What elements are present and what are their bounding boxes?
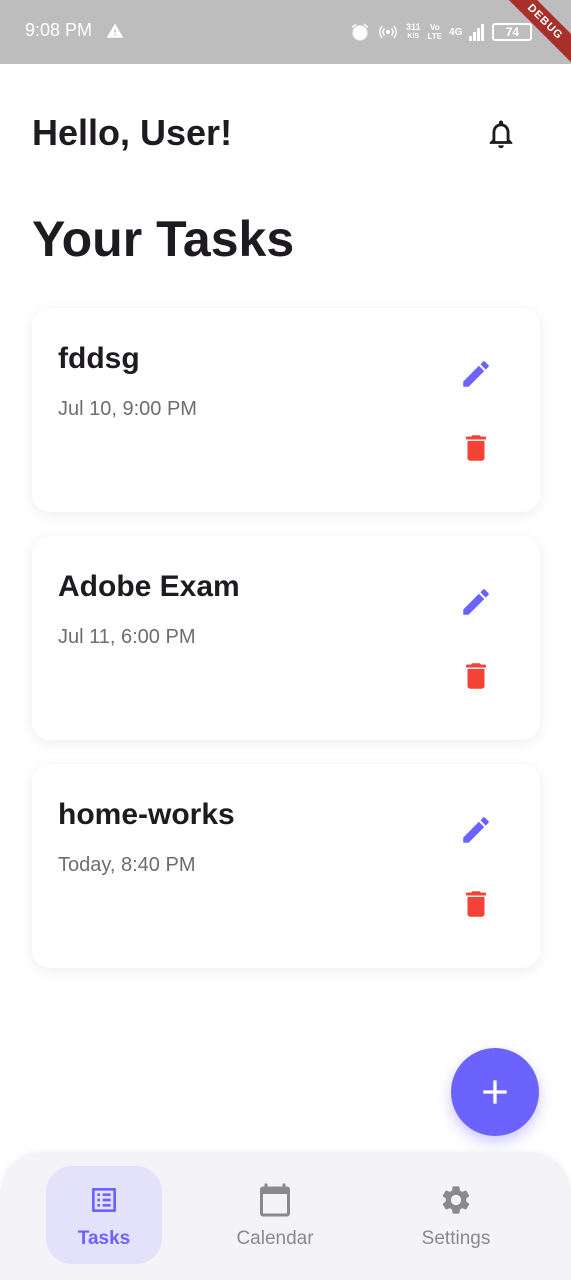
task-title: home-works <box>58 798 235 831</box>
calendar-icon <box>257 1182 293 1218</box>
warning-icon <box>106 23 124 38</box>
battery-level: 74 <box>505 25 520 39</box>
status-bar: 9:08 PM 311 K/S Vo LTE 4G 74 DEBUG <box>0 0 571 72</box>
edit-task-button[interactable] <box>456 582 496 622</box>
hotspot-icon <box>379 25 397 39</box>
add-task-button[interactable] <box>451 1048 539 1136</box>
nav-label-tasks: Tasks <box>77 1228 131 1249</box>
edit-task-button[interactable] <box>456 810 496 850</box>
delete-task-button[interactable] <box>456 428 496 468</box>
volte-indicator: Vo LTE <box>427 23 443 41</box>
pencil-icon <box>463 589 489 615</box>
delete-task-button[interactable] <box>456 884 496 924</box>
trash-icon <box>466 663 486 689</box>
task-time: Jul 11, 6:00 PM <box>58 626 196 648</box>
nav-label-settings: Settings <box>421 1228 491 1249</box>
task-card[interactable]: fddsg Jul 10, 9:00 PM <box>32 308 540 512</box>
pencil-icon <box>463 817 489 843</box>
plus-icon <box>483 1080 507 1104</box>
gear-icon <box>438 1182 474 1218</box>
signal-icon <box>469 24 485 41</box>
status-icons: 311 K/S Vo LTE 4G 74 <box>350 18 533 46</box>
task-card[interactable]: Adobe Exam Jul 11, 6:00 PM <box>32 536 540 740</box>
nav-item-settings[interactable]: Settings <box>398 1166 514 1264</box>
pencil-icon <box>463 361 489 387</box>
battery-icon: 74 <box>492 23 533 41</box>
network-type: 4G <box>449 26 463 38</box>
nav-label-calendar: Calendar <box>236 1228 314 1249</box>
nav-item-calendar[interactable]: Calendar <box>217 1166 333 1264</box>
trash-icon <box>466 435 486 461</box>
edit-task-button[interactable] <box>456 354 496 394</box>
task-card[interactable]: home-works Today, 8:40 PM <box>32 764 540 968</box>
section-title: Your Tasks <box>32 211 295 267</box>
list-icon <box>86 1182 122 1218</box>
network-speed: 311 K/S <box>406 22 421 41</box>
status-time: 9:08 PM <box>25 20 93 40</box>
bottom-nav: Tasks Calendar Settings <box>0 1152 571 1280</box>
task-title: fddsg <box>58 342 140 375</box>
task-time: Jul 10, 9:00 PM <box>58 398 197 420</box>
task-title: Adobe Exam <box>58 570 240 603</box>
task-time: Today, 8:40 PM <box>58 854 196 876</box>
delete-task-button[interactable] <box>456 656 496 696</box>
greeting-text: Hello, User! <box>32 112 233 153</box>
alarm-icon <box>351 23 369 41</box>
trash-icon <box>466 891 486 917</box>
nav-item-tasks[interactable]: Tasks <box>46 1166 162 1264</box>
bell-icon[interactable] <box>484 116 518 152</box>
